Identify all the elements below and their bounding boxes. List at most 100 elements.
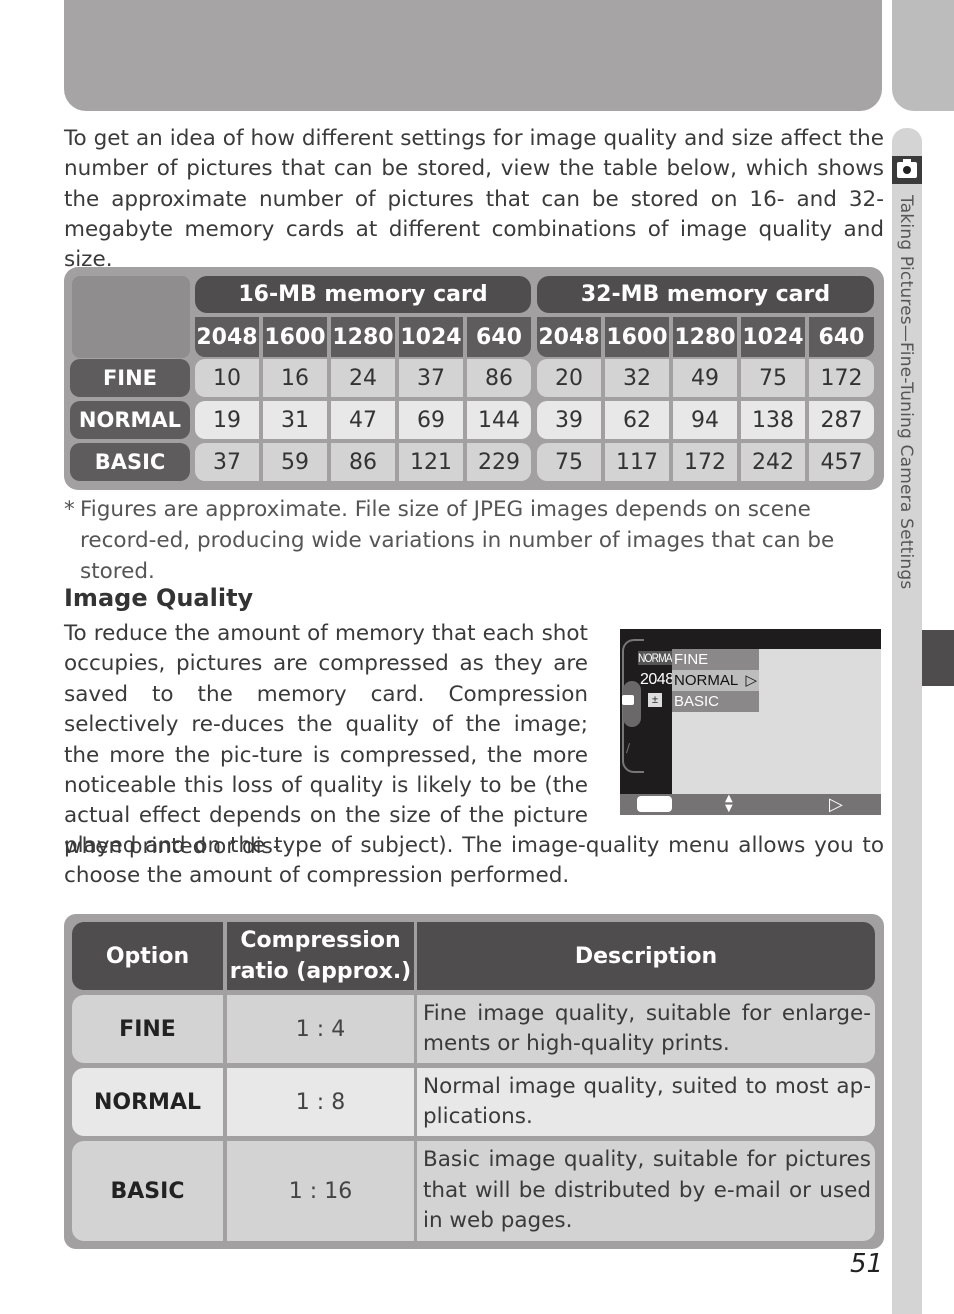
menu-item-label: FINE (674, 651, 709, 668)
intro-paragraph: To get an idea of how different settings… (64, 126, 884, 273)
table-row: 20 32 49 75 172 (537, 359, 874, 397)
table-cell: 144 (467, 401, 531, 439)
up-down-icon: ▲ ▼ (725, 793, 733, 814)
table-row: 75 117 172 242 457 (537, 443, 874, 481)
option-ratio: 1 : 4 (227, 995, 414, 1063)
table-row: BASIC 1 : 16 Basic image quality, suitab… (72, 1141, 875, 1241)
footnote-text: Figures are approximate. File size of JP… (80, 497, 835, 584)
option-name: NORMAL (72, 1068, 223, 1136)
table-cell: 117 (605, 443, 669, 481)
menu-item-fine[interactable]: FINE (672, 649, 759, 670)
table-row: 37 59 86 121 229 (195, 443, 531, 481)
menu-button-icon (637, 796, 672, 812)
table-cell: 32 (605, 359, 669, 397)
menu-item-label: BASIC (674, 693, 720, 710)
size-header: 1280 (331, 317, 395, 357)
chapter-marker (922, 630, 954, 686)
table-row: 10 16 24 37 86 (195, 359, 531, 397)
section-body-part1: To reduce the amount of memory that each… (64, 621, 588, 859)
table-cell: 31 (263, 401, 327, 439)
header-band (64, 0, 882, 111)
table-cell: 49 (673, 359, 737, 397)
quality-label-normal: NORMAL (70, 401, 190, 439)
table-cell: 86 (331, 443, 395, 481)
table-cell: 10 (195, 359, 259, 397)
size-header-row-32mb: 2048 1600 1280 1024 640 (537, 317, 874, 357)
header-description: Description (417, 922, 875, 990)
size-header: 2048 (195, 317, 259, 357)
table-cell: 86 (467, 359, 531, 397)
exposure-compensation-icon: ± (648, 693, 662, 707)
table-cell: 16 (263, 359, 327, 397)
table-cell: 37 (399, 359, 463, 397)
capacity-table: 16-MB memory card 32-MB memory card 2048… (64, 267, 884, 490)
option-name: FINE (72, 995, 223, 1063)
card-header-32mb: 32-MB memory card (537, 276, 874, 313)
table-cell: 75 (537, 443, 601, 481)
table-cell: 242 (741, 443, 805, 481)
table-cell: 47 (331, 401, 395, 439)
table-cell: 287 (809, 401, 874, 439)
option-name: BASIC (72, 1141, 223, 1241)
size-header: 1024 (399, 317, 463, 357)
option-ratio: 1 : 16 (227, 1141, 414, 1241)
table-cell: 37 (195, 443, 259, 481)
table-cell: 94 (673, 401, 737, 439)
table-cell: 138 (741, 401, 805, 439)
table-cell: 62 (605, 401, 669, 439)
size-header-row-16mb: 2048 1600 1280 1024 640 (195, 317, 531, 357)
page-number: 51 (850, 1249, 884, 1279)
option-ratio: 1 : 8 (227, 1068, 414, 1136)
table-cell: 19 (195, 401, 259, 439)
quality-label-fine: FINE (70, 359, 190, 397)
setup-brush-icon: ∕ (626, 741, 631, 755)
current-size-label: 2048 (640, 671, 674, 688)
chevron-right-icon: ▷ (745, 672, 757, 689)
option-description: Fine image quality, suitable for enlarge… (417, 995, 875, 1063)
table-row: FINE 1 : 4 Fine image quality, suitable … (72, 995, 875, 1063)
card-header-16mb: 16-MB memory card (195, 276, 531, 313)
table-cell: 39 (537, 401, 601, 439)
option-description: Basic image quality, suitable for pictur… (417, 1141, 875, 1241)
size-header: 640 (467, 317, 531, 357)
header-option: Option (72, 922, 223, 990)
size-header: 640 (809, 317, 874, 357)
table-cell: 457 (809, 443, 874, 481)
header-band-tab (892, 0, 954, 111)
menu-item-label: NORMAL (674, 672, 739, 689)
header-ratio: Compression ratio (approx.) (227, 922, 414, 990)
table-row: 39 62 94 138 287 (537, 401, 874, 439)
camera-icon (892, 156, 922, 184)
table-row: NORMAL 1 : 8 Normal image quality, suite… (72, 1068, 875, 1136)
table-cell: 75 (741, 359, 805, 397)
table-cell: 121 (399, 443, 463, 481)
menu-item-basic[interactable]: BASIC (672, 691, 759, 712)
table-cell: 172 (809, 359, 874, 397)
section-body-part2: played and on the type of subject). The … (64, 833, 884, 889)
screen-button-bar: ▲ ▼ ▷ (620, 794, 881, 815)
section-title: Image Quality (64, 584, 254, 612)
table-cell: 69 (399, 401, 463, 439)
option-description: Normal image quality, suited to most ap-… (417, 1068, 875, 1136)
menu-item-normal[interactable]: NORMAL ▷ (672, 670, 759, 691)
table-cell: 59 (263, 443, 327, 481)
table-cell: 229 (467, 443, 531, 481)
quality-label-basic: BASIC (70, 443, 190, 481)
quality-options-table: Option Compression ratio (approx.) Descr… (64, 914, 884, 1249)
current-quality-label: NORMAL (638, 651, 677, 665)
table-cell: 172 (673, 443, 737, 481)
size-header: 1600 (263, 317, 327, 357)
table-corner (72, 276, 190, 358)
camera-menu-screenshot: ∕ NORMAL 2048 ± FINE NORMAL ▷ BASIC ▲ ▼ ▷ (620, 629, 881, 815)
size-header: 1024 (741, 317, 805, 357)
footnote-marker: * (64, 497, 75, 522)
table-row: 19 31 47 69 144 (195, 401, 531, 439)
size-header: 1280 (673, 317, 737, 357)
camera-icon (622, 695, 634, 705)
chapter-title: Taking Pictures—Fine-Tuning Camera Setti… (896, 195, 916, 590)
quality-menu: FINE NORMAL ▷ BASIC (672, 649, 759, 712)
size-header: 1600 (605, 317, 669, 357)
size-header: 2048 (537, 317, 601, 357)
right-arrow-icon: ▷ (829, 794, 843, 815)
table-cell: 24 (331, 359, 395, 397)
